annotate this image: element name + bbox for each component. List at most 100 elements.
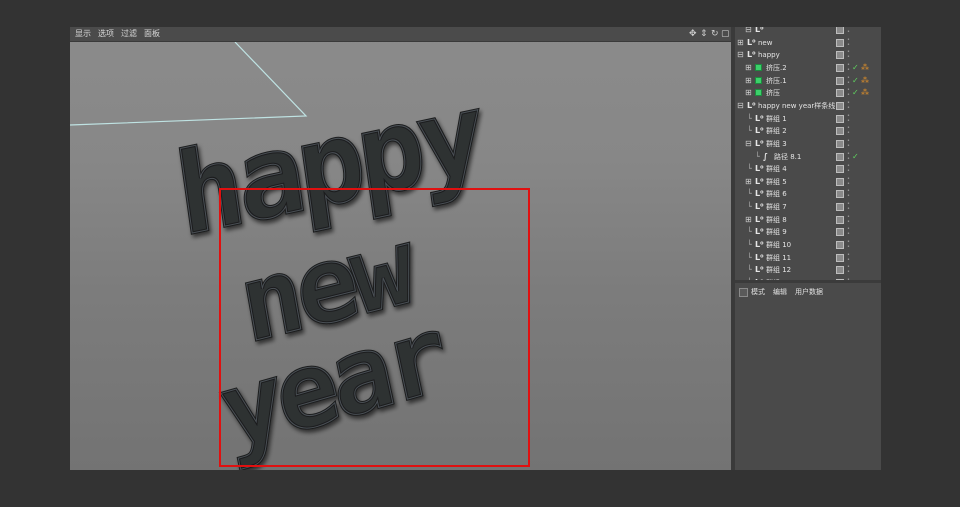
tag-icon[interactable]: ⁂ — [861, 76, 869, 86]
visibility-toggle[interactable] — [836, 27, 844, 34]
object-name[interactable]: 群组 8 — [766, 214, 787, 226]
visibility-toggle[interactable] — [836, 38, 844, 47]
move-icon[interactable]: ✥ — [689, 28, 697, 40]
visibility-toggle[interactable] — [836, 127, 844, 136]
visibility-toggle[interactable] — [836, 152, 844, 161]
visibility-toggle[interactable] — [836, 165, 844, 174]
visibility-toggle[interactable] — [836, 139, 844, 148]
object-name[interactable]: 群组 6 — [766, 188, 787, 200]
object-row[interactable]: └ L⁰ 群组 2 • • — [735, 125, 881, 137]
object-row[interactable]: ⊞ 挤压.2 • • ✓ ⁂ — [735, 62, 881, 74]
object-name[interactable]: 群组 10 — [766, 239, 791, 251]
object-name[interactable]: 挤压.2 — [766, 62, 787, 74]
object-name[interactable]: happy new year样条线 — [758, 100, 835, 112]
render-dots-icon[interactable]: •• — [847, 75, 851, 86]
visibility-toggle[interactable] — [836, 101, 844, 110]
zoom-icon[interactable]: ⇕ — [700, 28, 708, 40]
visibility-toggle[interactable] — [836, 51, 844, 60]
object-name[interactable]: 群组 3 — [766, 138, 787, 150]
visibility-toggle[interactable] — [836, 89, 844, 98]
maximize-icon[interactable]: ▢ — [721, 28, 730, 40]
3d-viewport[interactable]: 显示 选项 过滤 面板 ✥ ⇕ ↻ ▢ happy happy new new … — [70, 27, 731, 470]
visibility-toggle[interactable] — [836, 76, 844, 85]
visibility-toggle[interactable] — [836, 203, 844, 212]
object-name[interactable]: 挤压.1 — [766, 75, 787, 87]
visibility-toggle[interactable] — [836, 215, 844, 224]
render-dots-icon[interactable]: •• — [847, 113, 851, 124]
object-row[interactable]: ⊞ L⁰ new • • — [735, 37, 881, 49]
menu-panel[interactable]: 面板 — [144, 28, 160, 40]
render-dots-icon[interactable]: •• — [847, 176, 851, 187]
render-dots-icon[interactable]: •• — [847, 214, 851, 225]
visibility-toggle[interactable] — [836, 63, 844, 72]
render-dots-icon[interactable]: •• — [847, 50, 851, 60]
collapse-icon[interactable]: ⊟ — [737, 49, 744, 61]
object-name[interactable]: 群组 9 — [766, 226, 787, 238]
object-row[interactable]: └ L⁰ 群组 11 • • — [735, 252, 881, 264]
tab-mode[interactable]: 模式 — [751, 285, 765, 299]
object-row[interactable]: └ L⁰ 群组 4 • • — [735, 163, 881, 175]
object-name[interactable]: 群组 2 — [766, 125, 787, 137]
tag-icon[interactable]: ⁂ — [861, 63, 869, 73]
object-name[interactable]: 挤压 — [766, 87, 780, 99]
enabled-check-icon[interactable]: ✓ — [852, 62, 859, 74]
render-dots-icon[interactable]: •• — [847, 37, 851, 48]
menu-filter[interactable]: 过滤 — [121, 28, 137, 40]
collapse-icon[interactable]: ⊟ — [737, 100, 744, 112]
expand-icon[interactable]: ⊞ — [745, 75, 752, 87]
object-row[interactable]: ⊟ L⁰ 群组 3 • • — [735, 138, 881, 150]
object-name[interactable]: 群组 4 — [766, 163, 787, 175]
tab-edit[interactable]: 编辑 — [773, 285, 787, 299]
object-row[interactable]: ⊞ L⁰ 群组 5 • • — [735, 176, 881, 188]
render-dots-icon[interactable]: •• — [847, 164, 851, 174]
render-dots-icon[interactable]: •• — [847, 227, 851, 237]
visibility-toggle[interactable] — [836, 190, 844, 199]
expand-icon[interactable]: ⊞ — [745, 87, 752, 99]
render-dots-icon[interactable]: •• — [847, 151, 851, 162]
render-dots-icon[interactable]: •• — [847, 265, 851, 275]
render-dots-icon[interactable]: •• — [847, 88, 851, 98]
expand-icon[interactable]: ⊞ — [745, 62, 752, 74]
tag-icon[interactable]: ⁂ — [861, 88, 869, 98]
attribute-checkbox[interactable] — [739, 288, 748, 297]
render-dots-icon[interactable]: •• — [847, 252, 851, 263]
expand-icon[interactable]: ⊞ — [737, 37, 744, 49]
object-name[interactable]: 群组 12 — [766, 264, 791, 276]
render-dots-icon[interactable]: •• — [847, 202, 851, 212]
object-manager[interactable]: ⊟ L⁰ • • ⊞ L⁰ new • • ⊟ L⁰ happy • • ⊞ 挤压.2 • • ✓ ⁂ ⊞ 挤压.1 • • ✓… — [735, 27, 881, 280]
render-dots-icon[interactable]: •• — [847, 126, 851, 136]
visibility-toggle[interactable] — [836, 253, 844, 262]
enabled-check-icon[interactable]: ✓ — [852, 87, 859, 99]
expand-icon[interactable]: ⊞ — [745, 214, 752, 226]
visibility-toggle[interactable] — [836, 266, 844, 275]
object-row[interactable]: ⊟ L⁰ • • — [735, 27, 881, 36]
object-name[interactable]: happy — [758, 49, 780, 61]
visibility-toggle[interactable] — [836, 241, 844, 250]
object-row[interactable]: └ ∫ 路径 8.1 • • ✓ — [735, 151, 881, 163]
visibility-toggle[interactable] — [836, 177, 844, 186]
visibility-toggle[interactable] — [836, 114, 844, 123]
menu-options[interactable]: 选项 — [98, 28, 114, 40]
object-row[interactable]: ⊞ 挤压 • • ✓ ⁂ — [735, 87, 881, 99]
collapse-icon[interactable]: ⊟ — [745, 138, 752, 150]
object-row[interactable]: └ L⁰ 群组 1 • • — [735, 113, 881, 125]
object-row[interactable]: └ L⁰ 群组 6 • • — [735, 188, 881, 200]
rotate-icon[interactable]: ↻ — [711, 28, 719, 40]
object-row[interactable]: └ L⁰ 群组 7 • • — [735, 201, 881, 213]
menu-display[interactable]: 显示 — [75, 28, 91, 40]
object-name[interactable]: 群组 11 — [766, 252, 791, 264]
enabled-check-icon[interactable]: ✓ — [852, 75, 859, 87]
object-row[interactable]: └ L⁰ 群组 9 • • — [735, 226, 881, 238]
object-name[interactable]: 群组 7 — [766, 201, 787, 213]
render-dots-icon[interactable]: •• — [847, 189, 851, 199]
object-name[interactable]: 群组 5 — [766, 176, 787, 188]
object-name[interactable]: new — [758, 37, 772, 49]
collapse-icon[interactable]: ⊟ — [745, 27, 752, 36]
tab-user-data[interactable]: 用户数据 — [795, 285, 823, 299]
render-dots-icon[interactable]: •• — [847, 138, 851, 149]
object-name[interactable]: 群组 1 — [766, 113, 787, 125]
object-row[interactable]: └ L⁰ 群组 10 • • — [735, 239, 881, 251]
expand-icon[interactable]: ⊞ — [745, 176, 752, 188]
visibility-toggle[interactable] — [836, 228, 844, 237]
enabled-check-icon[interactable]: ✓ — [852, 151, 859, 163]
